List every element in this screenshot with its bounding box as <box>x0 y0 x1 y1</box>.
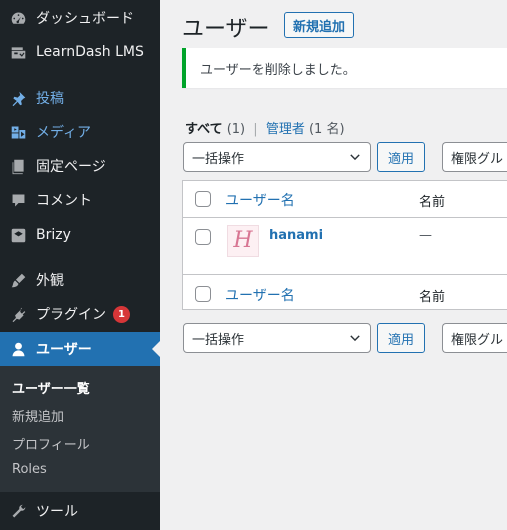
column-username-sort[interactable]: ユーザー名 <box>225 190 295 210</box>
learndash-icon <box>9 43 27 61</box>
apply-button-top[interactable]: 適用 <box>377 142 425 172</box>
table-header-row: ユーザー名 名前 <box>183 181 507 218</box>
role-change-select-top[interactable]: 権限グル <box>442 142 507 172</box>
success-notice: ユーザーを削除しました。 <box>182 48 507 88</box>
brizy-icon <box>9 226 27 244</box>
pin-icon <box>9 89 27 107</box>
submenu-all-users[interactable]: ユーザー一覧 <box>12 378 90 397</box>
submenu-roles[interactable]: Roles <box>12 462 47 477</box>
table-footer-row: ユーザー名 名前 <box>183 274 507 311</box>
sidebar-item-plugins[interactable]: プラグイン 1 <box>0 297 160 331</box>
plugin-icon <box>9 305 27 323</box>
filter-all[interactable]: すべて <box>185 122 223 137</box>
sidebar-item-label: LearnDash LMS <box>36 44 144 60</box>
sidebar-item-posts[interactable]: 投稿 <box>0 81 160 115</box>
filter-admin-count: (1 名) <box>308 122 345 137</box>
sidebar-item-tools[interactable]: ツール <box>0 494 160 528</box>
users-submenu: ユーザー一覧 新規追加 プロフィール Roles <box>0 366 160 492</box>
role-change-value: 権限グル <box>451 332 504 348</box>
sidebar-item-brizy[interactable]: Brizy <box>0 218 160 252</box>
notice-text: ユーザーを削除しました。 <box>200 62 356 78</box>
tools-icon <box>9 502 27 520</box>
sidebar-item-label: Brizy <box>36 227 71 243</box>
users-table: ユーザー名 名前 H hanami — ユーザー名 名前 <box>182 180 507 310</box>
filter-all-count: (1) <box>226 122 246 137</box>
sidebar-item-dashboard[interactable]: ダッシュボード <box>0 1 160 35</box>
dashboard-icon <box>9 9 27 27</box>
select-all-checkbox-footer[interactable] <box>195 286 211 302</box>
page-icon <box>9 157 27 175</box>
sidebar-item-label: ダッシュボード <box>36 11 134 27</box>
role-change-select-bottom[interactable]: 権限グル <box>442 323 507 353</box>
appearance-icon <box>9 271 27 289</box>
bulk-action-select-bottom[interactable]: 一括操作 <box>183 323 371 353</box>
avatar: H <box>227 225 259 257</box>
chevron-down-icon <box>350 335 360 342</box>
sidebar-item-media[interactable]: メディア <box>0 115 160 149</box>
page-title: ユーザー <box>182 17 270 42</box>
sidebar-item-pages[interactable]: 固定ページ <box>0 149 160 183</box>
user-icon <box>9 340 27 358</box>
sidebar-item-label: プラグイン <box>36 307 106 323</box>
bulk-action-value: 一括操作 <box>192 332 245 348</box>
add-new-user-button[interactable]: 新規追加 <box>284 12 355 38</box>
submenu-profile[interactable]: プロフィール <box>12 434 90 453</box>
update-count-badge: 1 <box>113 305 130 323</box>
sidebar-item-appearance[interactable]: 外観 <box>0 263 160 297</box>
column-name-header: 名前 <box>419 195 446 210</box>
sidebar-item-label: 外観 <box>36 273 64 289</box>
role-change-value: 権限グル <box>451 151 504 167</box>
sidebar-item-label: ツール <box>36 504 78 520</box>
sidebar-item-users[interactable]: ユーザー <box>0 332 160 366</box>
user-fullname: — <box>419 228 432 243</box>
sidebar-item-label: メディア <box>36 125 92 141</box>
column-username-sort-footer[interactable]: ユーザー名 <box>225 285 295 305</box>
bulk-action-select-top[interactable]: 一括操作 <box>183 142 371 172</box>
main-content: ユーザー 新規追加 ユーザーを削除しました。 すべて (1) | 管理者 (1 … <box>160 0 507 530</box>
column-name-footer: 名前 <box>419 290 446 305</box>
apply-button-bottom[interactable]: 適用 <box>377 323 425 353</box>
media-icon <box>9 123 27 141</box>
comment-icon <box>9 191 27 209</box>
sidebar-item-comments[interactable]: コメント <box>0 183 160 217</box>
sidebar-item-label: ユーザー <box>36 342 92 358</box>
filter-administrator[interactable]: 管理者 <box>266 122 305 137</box>
avatar-letter: H <box>233 228 253 253</box>
chevron-down-icon <box>350 154 360 161</box>
bulk-action-value: 一括操作 <box>192 151 245 167</box>
sidebar-item-label: コメント <box>36 193 92 209</box>
sidebar-item-label: 固定ページ <box>36 159 106 175</box>
username-link[interactable]: hanami <box>269 228 323 243</box>
sidebar-item-label: 投稿 <box>36 91 64 107</box>
filter-separator: | <box>253 122 258 137</box>
user-role-filter: すべて (1) | 管理者 (1 名) <box>185 118 345 137</box>
submenu-add-new[interactable]: 新規追加 <box>12 406 64 425</box>
row-checkbox[interactable] <box>195 229 211 245</box>
current-menu-arrow <box>152 341 160 357</box>
sidebar-item-learndash[interactable]: LearnDash LMS <box>0 35 160 69</box>
admin-sidebar: ダッシュボード LearnDash LMS 投稿 メディア 固定ページ コメント… <box>0 0 160 530</box>
select-all-checkbox[interactable] <box>195 191 211 207</box>
